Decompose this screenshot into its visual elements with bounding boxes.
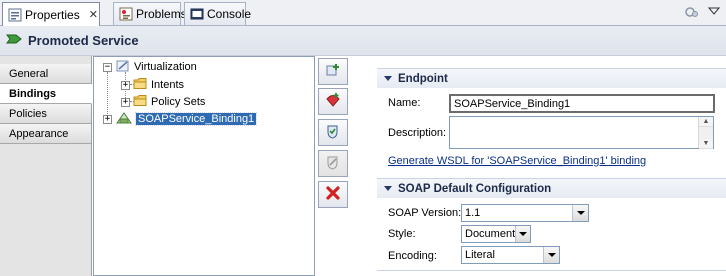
scroll-up-icon[interactable]: ▲ bbox=[699, 117, 713, 127]
description-scrollbar[interactable]: ▲ ▼ bbox=[698, 117, 713, 149]
chevron-down-icon[interactable] bbox=[572, 205, 588, 221]
binding-tree[interactable]: − Virtualization + Intents + Policy Sets… bbox=[93, 56, 315, 276]
soap-binding-icon bbox=[115, 111, 133, 128]
tree-label: Intents bbox=[151, 79, 185, 91]
add-intent-button[interactable] bbox=[318, 88, 348, 115]
scroll-down-icon[interactable]: ▼ bbox=[699, 139, 713, 149]
expand-icon[interactable]: + bbox=[121, 80, 130, 90]
tab-problems[interactable]: Problems bbox=[113, 2, 187, 25]
close-icon[interactable]: ✕ bbox=[89, 8, 98, 21]
soap-version-value: 1.1 bbox=[465, 207, 481, 219]
add-binding-button[interactable] bbox=[318, 58, 348, 85]
folder-icon bbox=[133, 77, 148, 93]
encoding-value: Literal bbox=[465, 249, 495, 261]
tree-item-policy-sets[interactable]: + Policy Sets bbox=[121, 94, 205, 110]
tree-label: Policy Sets bbox=[151, 96, 206, 108]
chevron-down-icon[interactable] bbox=[543, 247, 559, 263]
tree-item-intents[interactable]: + Intents bbox=[121, 77, 184, 93]
add-policy-set-button[interactable] bbox=[318, 119, 348, 146]
tab-problems-label: Problems bbox=[136, 7, 187, 21]
style-value: Document bbox=[465, 228, 516, 240]
tab-properties-label: Properties bbox=[25, 7, 80, 22]
nav-item-appearance[interactable]: Appearance bbox=[0, 124, 91, 144]
nav-item-general[interactable]: General bbox=[0, 64, 91, 84]
expand-icon[interactable]: + bbox=[103, 114, 112, 124]
nav-item-policies[interactable]: Policies bbox=[0, 104, 91, 124]
collapse-triangle-icon[interactable] bbox=[384, 186, 392, 191]
promoted-service-arrow-icon bbox=[6, 33, 22, 48]
edit-button[interactable] bbox=[318, 150, 348, 177]
collapse-icon[interactable]: − bbox=[103, 62, 112, 72]
tab-console-label: Console bbox=[207, 7, 252, 21]
tree-label: SOAPService_Binding1 bbox=[134, 112, 258, 126]
edit-icon bbox=[324, 153, 342, 174]
properties-nav: General Bindings Policies Appearance bbox=[0, 56, 92, 276]
tab-console[interactable]: Console bbox=[184, 2, 251, 25]
folder-icon bbox=[133, 94, 148, 110]
soap-section-header[interactable]: SOAP Default Configuration bbox=[377, 178, 726, 198]
encoding-select[interactable]: Literal bbox=[461, 246, 560, 264]
expand-icon[interactable]: + bbox=[121, 97, 130, 107]
view-menu-icon[interactable] bbox=[708, 7, 720, 15]
description-field[interactable]: ▲ ▼ bbox=[449, 116, 714, 149]
tab-properties[interactable]: Properties ✕ bbox=[2, 2, 100, 26]
delete-button[interactable] bbox=[318, 181, 348, 208]
collapse-triangle-icon[interactable] bbox=[384, 76, 392, 81]
name-label: Name: bbox=[388, 97, 421, 109]
add-intent-icon bbox=[324, 91, 342, 112]
soap-version-label: SOAP Version: bbox=[388, 207, 462, 219]
delete-icon bbox=[325, 185, 341, 204]
endpoint-section-title: Endpoint bbox=[398, 72, 448, 85]
style-select[interactable]: Document bbox=[461, 225, 531, 243]
tree-item-soap-binding[interactable]: + SOAPService_Binding1 bbox=[103, 111, 258, 128]
style-label: Style: bbox=[388, 228, 416, 240]
view-tab-bar: Properties ✕ Problems Console bbox=[0, 0, 726, 26]
pin-view-icon[interactable] bbox=[684, 5, 700, 19]
problems-icon bbox=[119, 7, 133, 21]
add-binding-icon bbox=[324, 61, 342, 82]
soap-version-select[interactable]: 1.1 bbox=[461, 204, 589, 222]
soap-section-title: SOAP Default Configuration bbox=[398, 182, 552, 195]
generate-wsdl-link[interactable]: Generate WSDL for 'SOAPService_Binding1'… bbox=[388, 155, 646, 167]
encoding-label: Encoding: bbox=[388, 250, 437, 262]
chevron-down-icon[interactable] bbox=[515, 226, 530, 242]
tree-label: Virtualization bbox=[134, 61, 197, 73]
endpoint-section-header[interactable]: Endpoint bbox=[377, 68, 726, 88]
virtualization-icon bbox=[115, 59, 131, 76]
properties-header: Promoted Service bbox=[0, 26, 726, 56]
page-title: Promoted Service bbox=[28, 33, 139, 48]
section-divider bbox=[377, 270, 726, 271]
console-icon bbox=[190, 7, 204, 21]
add-policy-set-icon bbox=[324, 122, 342, 143]
properties-icon bbox=[8, 8, 22, 22]
tree-item-virtualization[interactable]: − Virtualization bbox=[103, 59, 197, 75]
description-label: Description: bbox=[388, 127, 447, 139]
name-field[interactable] bbox=[449, 94, 715, 113]
nav-item-bindings[interactable]: Bindings bbox=[0, 84, 92, 104]
